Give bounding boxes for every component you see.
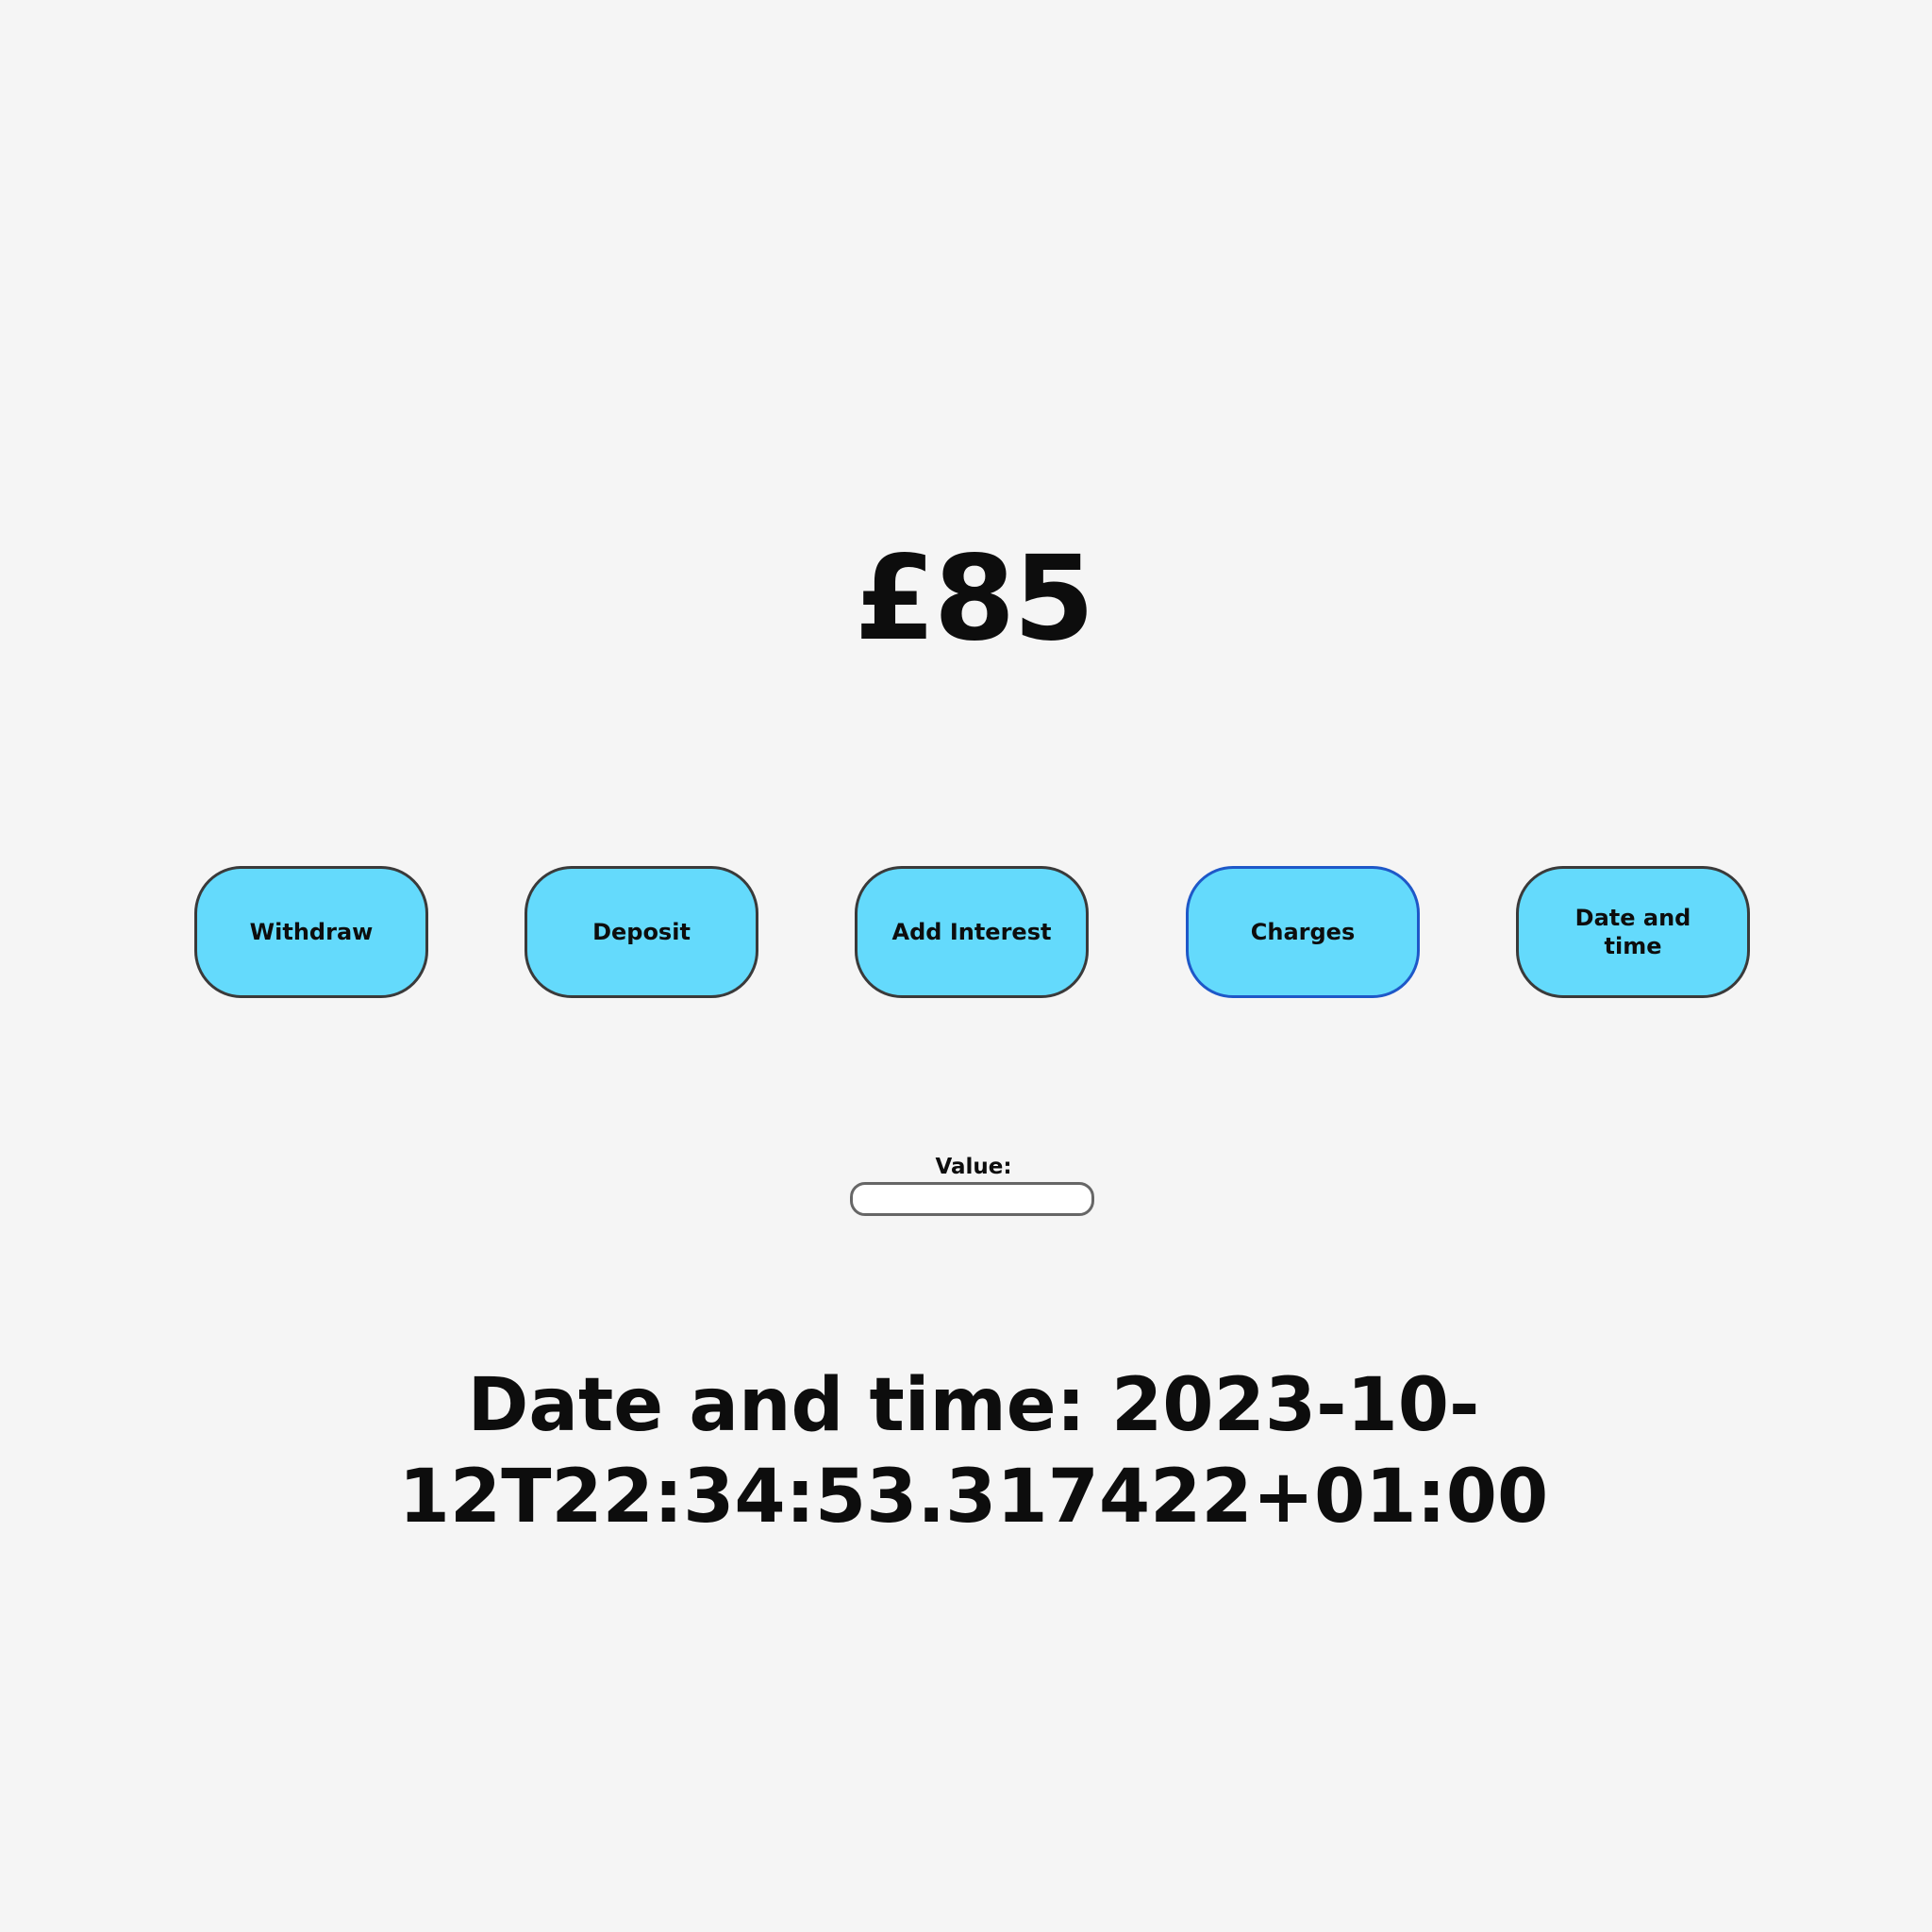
date-and-time-button[interactable]: Date and time [1516, 866, 1750, 998]
value-field-label: Value: [935, 1155, 1012, 1179]
date-and-time-button-label-line1: Date and [1574, 905, 1691, 931]
withdraw-button[interactable]: Withdraw [194, 866, 428, 998]
add-interest-button-label: Add Interest [891, 919, 1052, 945]
deposit-button[interactable]: Deposit [525, 866, 758, 998]
date-time-line1: Date and time: 2023-10- [467, 1363, 1480, 1448]
date-time-line2: 12T22:34:53.317422+01:00 [398, 1455, 1549, 1540]
date-time-display: Date and time: 2023-10- 12T22:34:53.3174… [0, 1360, 1932, 1543]
value-input[interactable] [850, 1182, 1094, 1216]
deposit-button-label: Deposit [592, 919, 691, 945]
withdraw-button-label: Withdraw [249, 919, 374, 945]
charges-button[interactable]: Charges [1186, 866, 1420, 998]
balance-display: £85 [854, 531, 1095, 667]
date-and-time-button-label-line2: time [1604, 933, 1662, 959]
date-and-time-button-label: Date and time [1575, 904, 1691, 960]
add-interest-button[interactable]: Add Interest [855, 866, 1089, 998]
action-button-row: Withdraw Deposit Add Interest Charges Da… [0, 866, 1932, 1000]
charges-button-label: Charges [1250, 919, 1356, 945]
